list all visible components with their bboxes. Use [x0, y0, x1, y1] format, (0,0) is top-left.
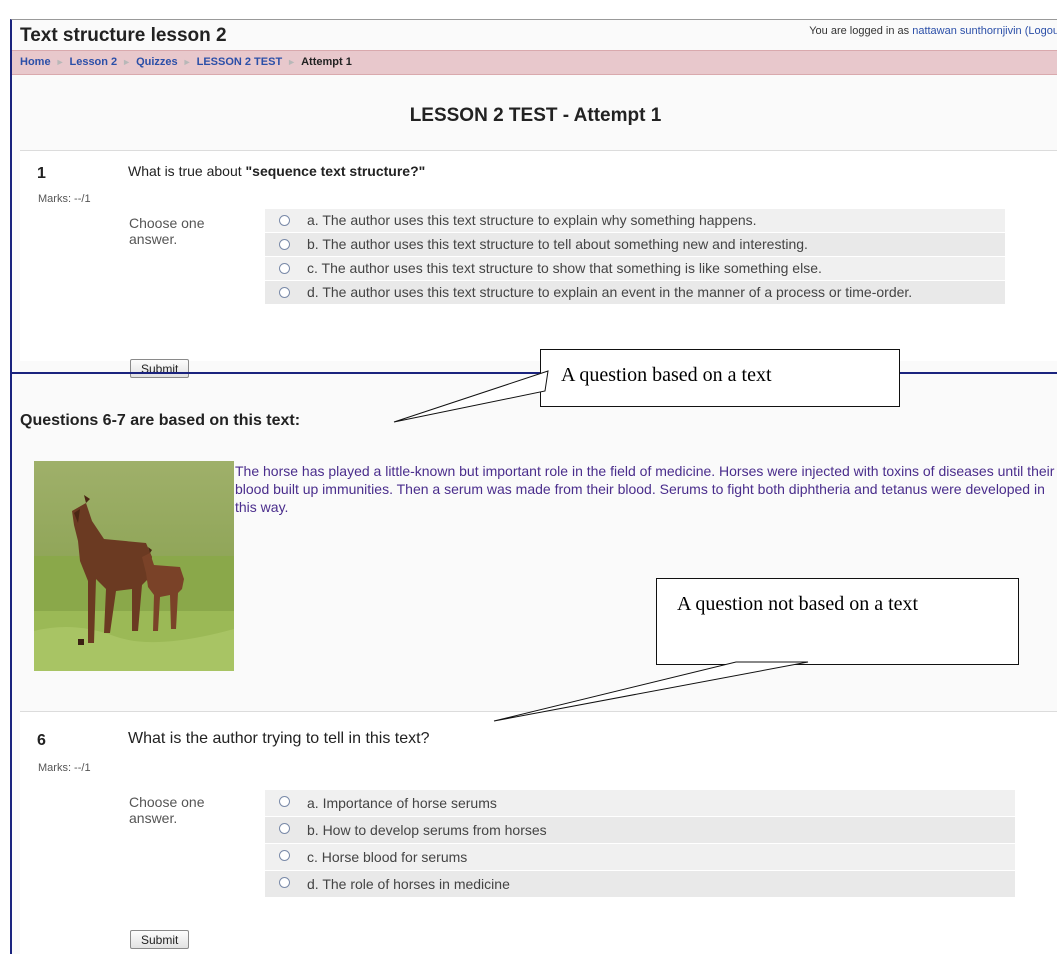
breadcrumb-test[interactable]: LESSON 2 TEST	[197, 56, 283, 68]
question-marks: Marks: --/1	[38, 762, 91, 774]
question-text-prefix: What is true about	[128, 163, 242, 179]
section-divider	[12, 372, 1057, 374]
answer-option-c[interactable]: c. The author uses this text structure t…	[265, 257, 1005, 281]
logout-link[interactable]: (Logou	[1025, 25, 1057, 37]
course-title: Text structure lesson 2	[20, 25, 227, 46]
answer-label: c. Horse blood for serums	[307, 849, 468, 865]
breadcrumb-separator-icon: ►	[287, 57, 297, 67]
passage-text: The horse has played a little-known but …	[235, 463, 1055, 515]
question-1: 1 Marks: --/1 What is true about "sequen…	[20, 150, 1057, 378]
breadcrumb-lesson[interactable]: Lesson 2	[69, 56, 117, 68]
callout-label: A question not based on a text	[677, 593, 919, 615]
breadcrumb-current: Attempt 1	[301, 56, 352, 68]
login-prefix: You are logged in as	[809, 25, 910, 37]
radio-button[interactable]	[279, 215, 290, 226]
breadcrumb-separator-icon: ►	[122, 57, 132, 67]
answer-option-d[interactable]: d. The author uses this text structure t…	[265, 281, 1005, 305]
breadcrumb-separator-icon: ►	[55, 57, 65, 67]
question-text: What is true about "sequence text struct…	[128, 163, 425, 179]
answer-option-b[interactable]: b. The author uses this text structure t…	[265, 233, 1005, 257]
answer-label: c. The author uses this text structure t…	[307, 260, 822, 276]
callout-based-on-text: A question based on a text	[540, 349, 900, 407]
choose-one-label: Choose one answer.	[129, 215, 205, 247]
answer-label: a. The author uses this text structure t…	[307, 212, 757, 228]
radio-button[interactable]	[279, 239, 290, 250]
question-6: 6 Marks: --/1 What is the author trying …	[20, 711, 1057, 954]
question-marks: Marks: --/1	[38, 193, 91, 205]
answer-option-a[interactable]: a. The author uses this text structure t…	[265, 209, 1005, 233]
callout-label: A question based on a text	[561, 364, 772, 386]
choose-one-label: Choose one answer.	[129, 794, 205, 826]
radio-button[interactable]	[279, 850, 290, 861]
radio-button[interactable]	[279, 287, 290, 298]
callout-not-based-on-text: A question not based on a text	[656, 578, 1019, 665]
radio-button[interactable]	[279, 823, 290, 834]
answer-label: d. The author uses this text structure t…	[307, 284, 913, 300]
breadcrumb: Home ► Lesson 2 ► Quizzes ► LESSON 2 TEST ► Atte…	[20, 56, 352, 68]
moodle-page: Text structure lesson 2 You are logged i…	[10, 19, 1057, 954]
radio-button[interactable]	[279, 796, 290, 807]
answer-list: a. Importance of horse serums b. How to …	[265, 790, 1015, 898]
answer-label: d. The role of horses in medicine	[307, 876, 510, 892]
radio-button[interactable]	[279, 263, 290, 274]
horse-illustration	[34, 461, 234, 671]
page-title: LESSON 2 TEST - Attempt 1	[409, 105, 662, 126]
submit-button[interactable]: Submit	[130, 359, 190, 378]
answer-option-d[interactable]: d. The role of horses in medicine	[265, 871, 1015, 898]
breadcrumb-home[interactable]: Home	[20, 56, 51, 68]
question-number: 1	[37, 165, 46, 182]
answer-list: a. The author uses this text structure t…	[265, 209, 1005, 305]
submit-button[interactable]: Submit	[130, 930, 190, 949]
breadcrumb-separator-icon: ►	[182, 57, 192, 67]
navbar: Home ► Lesson 2 ► Quizzes ► LESSON 2 TEST ► Atte…	[12, 50, 1057, 75]
radio-button[interactable]	[279, 877, 290, 888]
answer-label: b. The author uses this text structure t…	[307, 236, 808, 252]
answer-option-c[interactable]: c. Horse blood for serums	[265, 844, 1015, 871]
question-text-bold: "sequence text structure?"	[245, 163, 426, 179]
passage-heading: Questions 6-7 are based on this text:	[20, 412, 301, 429]
answer-option-b[interactable]: b. How to develop serums from horses	[265, 817, 1015, 844]
question-number: 6	[37, 732, 46, 749]
horse-image	[34, 461, 234, 671]
answer-option-a[interactable]: a. Importance of horse serums	[265, 790, 1015, 817]
login-info: You are logged in as nattawan sunthornji…	[809, 25, 1057, 37]
answer-label: a. Importance of horse serums	[307, 795, 497, 811]
question-text: What is the author trying to tell in thi…	[128, 730, 430, 747]
answer-label: b. How to develop serums from horses	[307, 822, 547, 838]
user-profile-link[interactable]: nattawan sunthornjivin	[912, 25, 1021, 37]
breadcrumb-quizzes[interactable]: Quizzes	[136, 56, 178, 68]
